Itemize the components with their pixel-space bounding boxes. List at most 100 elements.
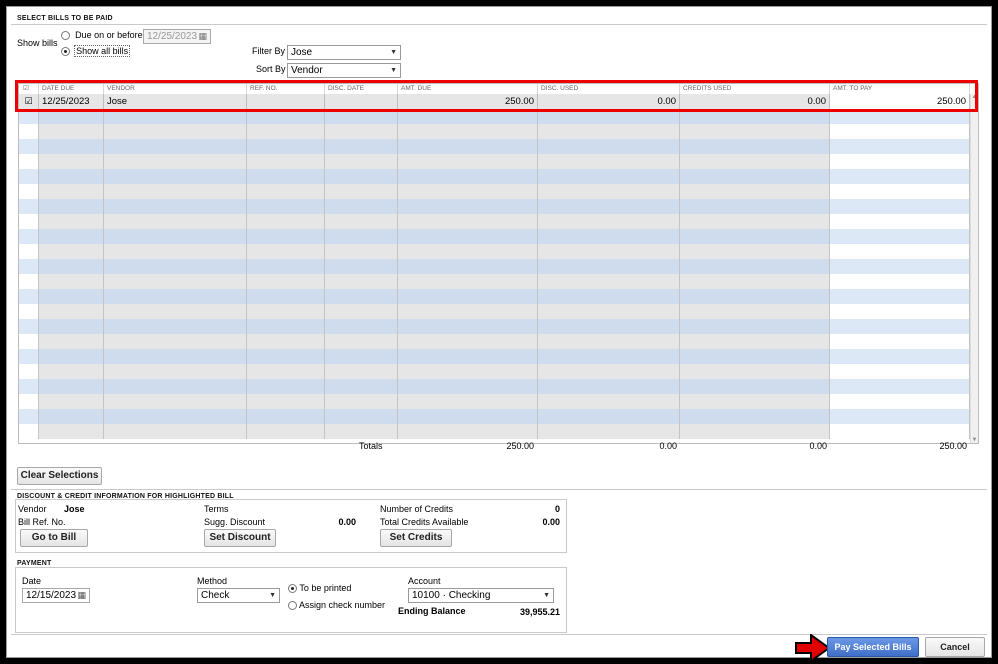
empty-cell — [680, 379, 830, 394]
assign-check-number-label: Assign check number — [299, 600, 386, 610]
empty-cell — [538, 319, 680, 334]
empty-cell — [247, 259, 325, 274]
empty-cell — [325, 364, 398, 379]
radio-due-icon[interactable] — [61, 30, 70, 40]
total-disc-used: 0.00 — [659, 441, 677, 451]
set-discount-button[interactable]: Set Discount — [204, 529, 276, 547]
empty-row — [19, 244, 978, 259]
empty-cell — [325, 214, 398, 229]
set-credits-button[interactable]: Set Credits — [380, 529, 452, 547]
radio-printed-icon[interactable] — [288, 584, 297, 594]
payment-panel: Date 12/15/2023 ▦ Method Check ▼ To be p… — [15, 567, 567, 633]
empty-cell — [39, 139, 104, 154]
terms-label: Terms — [204, 504, 229, 514]
bills-grid[interactable]: ☑ DATE DUE VENDOR REF. NO. DISC. DATE AM… — [18, 83, 979, 444]
empty-cell — [104, 124, 247, 139]
empty-cell — [19, 199, 39, 214]
method-value: Check — [201, 590, 230, 601]
payment-date-field[interactable]: 12/15/2023 ▦ — [22, 588, 90, 603]
pay-selected-bills-button[interactable]: Pay Selected Bills — [827, 637, 919, 657]
radio-due-on-or-before[interactable]: Due on or before — [61, 29, 143, 41]
payment-date-value: 12/15/2023 — [26, 590, 77, 601]
filter-by-select[interactable]: Jose ▼ — [287, 45, 401, 60]
sugg-discount-value: 0.00 — [338, 517, 356, 527]
calendar-icon[interactable]: ▦ — [198, 30, 207, 43]
empty-cell — [398, 319, 538, 334]
cancel-button[interactable]: Cancel — [925, 637, 985, 657]
account-select[interactable]: 10100 · Checking ▼ — [408, 588, 554, 603]
empty-cell — [19, 364, 39, 379]
empty-cell — [538, 334, 680, 349]
empty-cell — [398, 244, 538, 259]
empty-cell — [680, 154, 830, 169]
method-select[interactable]: Check ▼ — [197, 588, 280, 603]
grid-scrollbar[interactable]: ▲ ▼ — [970, 94, 978, 443]
empty-cell — [538, 349, 680, 364]
empty-cell — [19, 409, 39, 424]
empty-cell — [247, 154, 325, 169]
radio-to-be-printed[interactable]: To be printed — [288, 583, 352, 594]
empty-cell — [680, 319, 830, 334]
empty-cell — [39, 304, 104, 319]
radio-all-icon[interactable] — [61, 46, 70, 56]
radio-all-label: Show all bills — [74, 45, 131, 57]
empty-cell — [325, 274, 398, 289]
empty-cell — [830, 424, 970, 439]
empty-cell — [680, 289, 830, 304]
account-label: Account — [408, 576, 441, 586]
empty-cell — [39, 409, 104, 424]
empty-cell — [39, 319, 104, 334]
radio-show-all-bills[interactable]: Show all bills — [61, 45, 131, 57]
empty-cell — [104, 379, 247, 394]
radio-assign-check-number[interactable]: Assign check number — [288, 600, 386, 611]
scroll-down-icon[interactable]: ▼ — [971, 437, 978, 443]
radio-assign-icon[interactable] — [288, 601, 297, 611]
radio-due-label: Due on or before — [75, 30, 143, 40]
empty-row — [19, 394, 978, 409]
clear-selections-button[interactable]: Clear Selections — [17, 467, 102, 485]
empty-cell — [104, 334, 247, 349]
empty-row — [19, 304, 978, 319]
empty-cell — [398, 364, 538, 379]
number-credits-value: 0 — [554, 504, 560, 514]
empty-cell — [325, 259, 398, 274]
empty-cell — [830, 304, 970, 319]
due-date-field[interactable]: 12/25/2023 ▦ — [143, 29, 211, 44]
empty-cell — [680, 169, 830, 184]
empty-cell — [680, 349, 830, 364]
calendar-icon[interactable]: ▦ — [77, 589, 86, 602]
empty-cell — [39, 394, 104, 409]
empty-cell — [247, 274, 325, 289]
empty-cell — [830, 289, 970, 304]
filter-by-label: Filter By — [252, 46, 286, 56]
empty-cell — [39, 379, 104, 394]
empty-cell — [398, 349, 538, 364]
empty-cell — [830, 124, 970, 139]
empty-cell — [19, 229, 39, 244]
to-be-printed-label: To be printed — [299, 583, 352, 593]
empty-cell — [39, 334, 104, 349]
empty-cell — [538, 259, 680, 274]
empty-cell — [247, 139, 325, 154]
empty-cell — [247, 394, 325, 409]
go-to-bill-button[interactable]: Go to Bill — [20, 529, 88, 547]
empty-cell — [325, 154, 398, 169]
chevron-down-icon: ▼ — [543, 592, 550, 599]
empty-cell — [325, 199, 398, 214]
empty-cell — [398, 304, 538, 319]
empty-cell — [247, 379, 325, 394]
empty-cell — [247, 169, 325, 184]
empty-cell — [39, 259, 104, 274]
empty-cell — [538, 199, 680, 214]
empty-cell — [104, 199, 247, 214]
empty-cell — [398, 424, 538, 439]
empty-cell — [398, 409, 538, 424]
empty-cell — [830, 184, 970, 199]
empty-cell — [325, 379, 398, 394]
account-value: 10100 · Checking — [412, 590, 491, 601]
empty-cell — [247, 124, 325, 139]
empty-row — [19, 334, 978, 349]
empty-cell — [325, 244, 398, 259]
empty-cell — [39, 169, 104, 184]
sort-by-select[interactable]: Vendor ▼ — [287, 63, 401, 78]
